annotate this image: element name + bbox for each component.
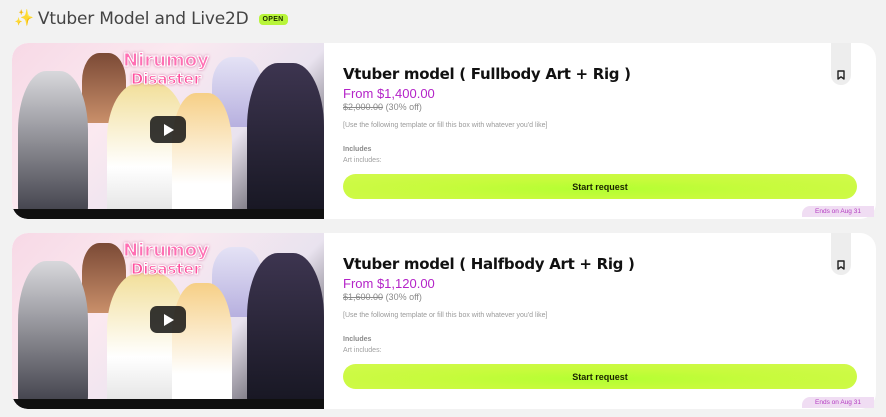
ends-on-badge: Ends on Aug 31 [802, 206, 874, 217]
product-card[interactable]: Nirumoy Disaster Vtuber model ( Fullbody… [12, 43, 876, 219]
bookmark-icon[interactable] [834, 258, 848, 272]
sparkle-icon: ✨ [14, 10, 34, 27]
discount-label: (30% off) [385, 292, 422, 302]
original-price: $2,000.00 [343, 102, 384, 112]
product-thumbnail[interactable]: Nirumoy Disaster [12, 43, 324, 219]
status-badge: OPEN [258, 13, 288, 25]
thumbnail-logo: Nirumoy Disaster [123, 240, 210, 279]
section-header: ✨ Vtuber Model and Live2D OPEN [14, 8, 288, 30]
product-price: From $1,400.00 [343, 86, 435, 101]
start-request-button[interactable]: Start request [343, 364, 857, 389]
product-description: [Use the following template or fill this… [343, 312, 548, 319]
play-icon[interactable] [150, 306, 186, 333]
original-price: $1,600.00 [343, 292, 384, 302]
product-info: Vtuber model ( Halfbody Art + Rig ) From… [343, 233, 876, 409]
includes-label: Includes [343, 336, 372, 343]
bookmark-icon[interactable] [834, 68, 848, 82]
product-info: Vtuber model ( Fullbody Art + Rig ) From… [343, 43, 876, 219]
product-thumbnail[interactable]: Nirumoy Disaster [12, 233, 324, 409]
product-card[interactable]: Nirumoy Disaster Vtuber model ( Halfbody… [12, 233, 876, 409]
art-includes-text: Art includes: [343, 157, 382, 164]
product-description: [Use the following template or fill this… [343, 122, 548, 129]
discount-label: (30% off) [385, 102, 422, 112]
start-request-button[interactable]: Start request [343, 174, 857, 199]
section-title: Vtuber Model and Live2D [37, 9, 249, 29]
art-includes-text: Art includes: [343, 347, 382, 354]
original-price-row: $1,600.00 (30% off) [343, 292, 422, 302]
product-name[interactable]: Vtuber model ( Halfbody Art + Rig ) [343, 255, 635, 273]
product-price: From $1,120.00 [343, 276, 435, 291]
includes-label: Includes [343, 146, 372, 153]
play-icon[interactable] [150, 116, 186, 143]
product-name[interactable]: Vtuber model ( Fullbody Art + Rig ) [343, 65, 631, 83]
thumbnail-logo: Nirumoy Disaster [123, 50, 210, 89]
original-price-row: $2,000.00 (30% off) [343, 102, 422, 112]
ends-on-badge: Ends on Aug 31 [802, 397, 874, 408]
